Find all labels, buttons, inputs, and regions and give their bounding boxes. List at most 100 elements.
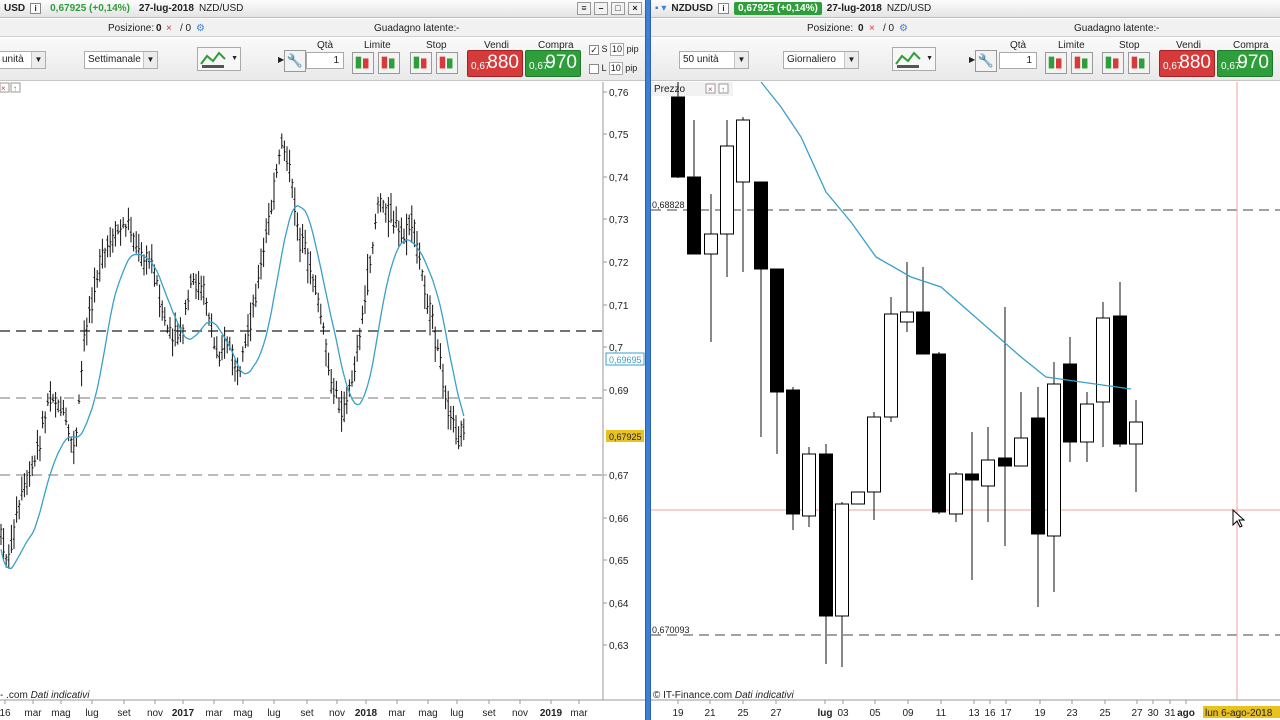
limit-pip-input[interactable]: 10 bbox=[608, 62, 623, 75]
stop-order-icon bbox=[1131, 56, 1145, 69]
period-select-value: Settimanale bbox=[88, 54, 141, 65]
daily-candlestick-chart[interactable]: Prezzo × ↑ 0,68828 0,670093 19 21 25 27 lug 0… bbox=[651, 82, 1280, 720]
sell-button[interactable]: 0,67 880 bbox=[467, 50, 523, 77]
limit-buy-button[interactable] bbox=[1045, 52, 1067, 74]
price-change: 0,67925 (+0,14%) bbox=[50, 3, 130, 14]
x-tick-label: 19 bbox=[1034, 708, 1046, 719]
crosshair-date-tag: lun 6-ago-2018 bbox=[1203, 706, 1280, 719]
close-position-icon[interactable]: × bbox=[869, 23, 875, 34]
units-select[interactable]: 50 unità ▼ bbox=[679, 51, 749, 69]
y-tick-label: 0,73 bbox=[609, 215, 629, 226]
x-tick-label: 16 bbox=[984, 708, 996, 719]
stop-pip-input[interactable]: 10 bbox=[610, 43, 625, 56]
x-tick-label: lug bbox=[267, 708, 280, 719]
x-tick-label: 11 bbox=[936, 708, 947, 719]
settings-icon[interactable]: ⚙ bbox=[899, 23, 908, 34]
position-ratio: / 0 bbox=[883, 23, 895, 34]
y-tick-label: 0,7 bbox=[609, 343, 623, 354]
footer-source: © IT-Finance.com Dati indicativi bbox=[653, 690, 795, 701]
pair-label: NZD/USD bbox=[198, 3, 244, 14]
footer-source: - .com Dati indicativi bbox=[0, 690, 90, 701]
y-tick-label: 0,71 bbox=[609, 301, 629, 312]
period-select[interactable]: Settimanale ▼ bbox=[84, 51, 158, 69]
buy-button[interactable]: 0,67 970 bbox=[1217, 50, 1273, 77]
stop-sell-button[interactable] bbox=[436, 52, 458, 74]
pip-label: pip bbox=[625, 62, 638, 73]
candlestick bbox=[932, 352, 946, 514]
wrench-button[interactable]: 🔧 bbox=[284, 50, 306, 72]
chevron-down-icon: ▼ bbox=[734, 52, 748, 68]
y-axis-ticks: 0,76 0,75 0,74 0,73 0,72 0,71 0,7 0,69 0,67 0,66 0… bbox=[603, 88, 629, 652]
x-tick-label: nov bbox=[512, 708, 528, 719]
settings-icon[interactable]: ⚙ bbox=[196, 23, 205, 34]
y-tick-label: 0,69 bbox=[609, 386, 629, 397]
menu-arrow-icon[interactable]: ▪ ▾ bbox=[655, 3, 666, 14]
sell-price: 880 bbox=[1179, 52, 1211, 73]
l-label: L bbox=[601, 62, 607, 73]
qty-label: Qtà bbox=[1010, 40, 1027, 51]
limit-order-icon bbox=[381, 56, 395, 69]
close-icon[interactable]: × bbox=[628, 2, 642, 15]
qty-input[interactable]: 1 bbox=[999, 52, 1037, 69]
stop-sell-button[interactable] bbox=[1128, 52, 1150, 74]
x-tick-label: 21 bbox=[704, 708, 716, 719]
check-icon: ✓ bbox=[589, 44, 599, 55]
pair-label: NZD/USD bbox=[886, 3, 932, 14]
y-tick-label: 0,67 bbox=[609, 471, 629, 482]
position-value: 0 bbox=[858, 23, 864, 34]
x-tick-label: 27 bbox=[770, 708, 782, 719]
period-select-value: Giornaliero bbox=[787, 54, 836, 65]
chart-type-button[interactable]: ▼ bbox=[197, 47, 241, 71]
limit-buy-button[interactable] bbox=[352, 52, 374, 74]
plot-area[interactable] bbox=[0, 82, 603, 700]
minimize-icon[interactable]: – bbox=[594, 2, 608, 15]
chart-window-weekly: USD i 0,67925 (+0,14%) 27-lug-2018 NZD/U… bbox=[0, 0, 645, 720]
wrench-icon: 🔧 bbox=[286, 53, 304, 68]
maximize-icon[interactable]: □ bbox=[611, 2, 625, 15]
symbol-label: NZDUSD bbox=[671, 3, 714, 14]
sell-button[interactable]: 0,67 880 bbox=[1159, 50, 1215, 77]
x-tick-label: 13 bbox=[968, 708, 980, 719]
limit-sell-button[interactable] bbox=[1071, 52, 1093, 74]
position-value: 0 bbox=[156, 23, 162, 34]
position-ratio: / 0 bbox=[180, 23, 192, 34]
latent-gain-value: - bbox=[1156, 23, 1160, 34]
quote-date: 27-lug-2018 bbox=[138, 3, 194, 14]
x-tick-label: mar bbox=[24, 708, 42, 719]
stop-buy-button[interactable] bbox=[410, 52, 432, 74]
chart-type-icon bbox=[200, 51, 226, 68]
units-select[interactable]: unità ▼ bbox=[0, 51, 46, 69]
sell-price: 880 bbox=[487, 52, 519, 73]
position-bar: Posizione: 0 × / 0 ⚙ Guadagno latente: - bbox=[0, 19, 645, 37]
y-tick-label: 0,72 bbox=[609, 258, 629, 269]
x-tick-label: 2019 bbox=[540, 708, 563, 719]
order-toolbar: unità ▼ Settimanale ▼ ▼ ▶ 🔧 Qtà 1 Limite… bbox=[0, 38, 645, 81]
level-high-label: 0,68828 bbox=[652, 200, 685, 210]
symbol-label: USD bbox=[4, 3, 26, 14]
limit-sell-button[interactable] bbox=[378, 52, 400, 74]
cursor-icon bbox=[1232, 509, 1246, 528]
candlestick bbox=[802, 447, 816, 527]
stop-buy-button[interactable] bbox=[1102, 52, 1124, 74]
close-position-icon[interactable]: × bbox=[166, 23, 172, 34]
candlestick bbox=[884, 297, 898, 422]
qty-input[interactable]: 1 bbox=[306, 52, 344, 69]
current-price-tag: 0,67925 bbox=[606, 430, 644, 442]
limit-order-icon bbox=[355, 56, 369, 69]
wrench-button[interactable]: 🔧 bbox=[975, 50, 997, 72]
ma-price-label: 0,69695 bbox=[609, 355, 642, 365]
chart-type-button[interactable]: ▼ bbox=[892, 47, 936, 71]
info-icon[interactable]: i bbox=[718, 3, 730, 14]
s-label: S bbox=[601, 43, 608, 54]
info-icon[interactable]: i bbox=[30, 3, 42, 14]
menu-icon[interactable]: ≡ bbox=[577, 2, 591, 15]
limit-pip-checkbox[interactable]: L 10 pip bbox=[589, 62, 637, 75]
stop-pip-checkbox[interactable]: ✓ S 10 pip bbox=[589, 43, 639, 56]
position-label: Posizione: bbox=[108, 23, 155, 34]
position-bar: Posizione: 0 × / 0 ⚙ Guadagno latente: - bbox=[651, 19, 1280, 37]
buy-button[interactable]: 0,67 970 bbox=[525, 50, 581, 77]
x-axis-ticks: 19 21 25 27 lug 03 05 09 11 13 16 17 19 23 25 27 30 31 ago bbox=[672, 700, 1195, 719]
chevron-down-icon: ▼ bbox=[844, 52, 858, 68]
weekly-candlestick-chart[interactable]: × ↑ 0,760,750,740,730,720,710,70,690,670… bbox=[0, 82, 645, 720]
period-select[interactable]: Giornaliero ▼ bbox=[783, 51, 859, 69]
